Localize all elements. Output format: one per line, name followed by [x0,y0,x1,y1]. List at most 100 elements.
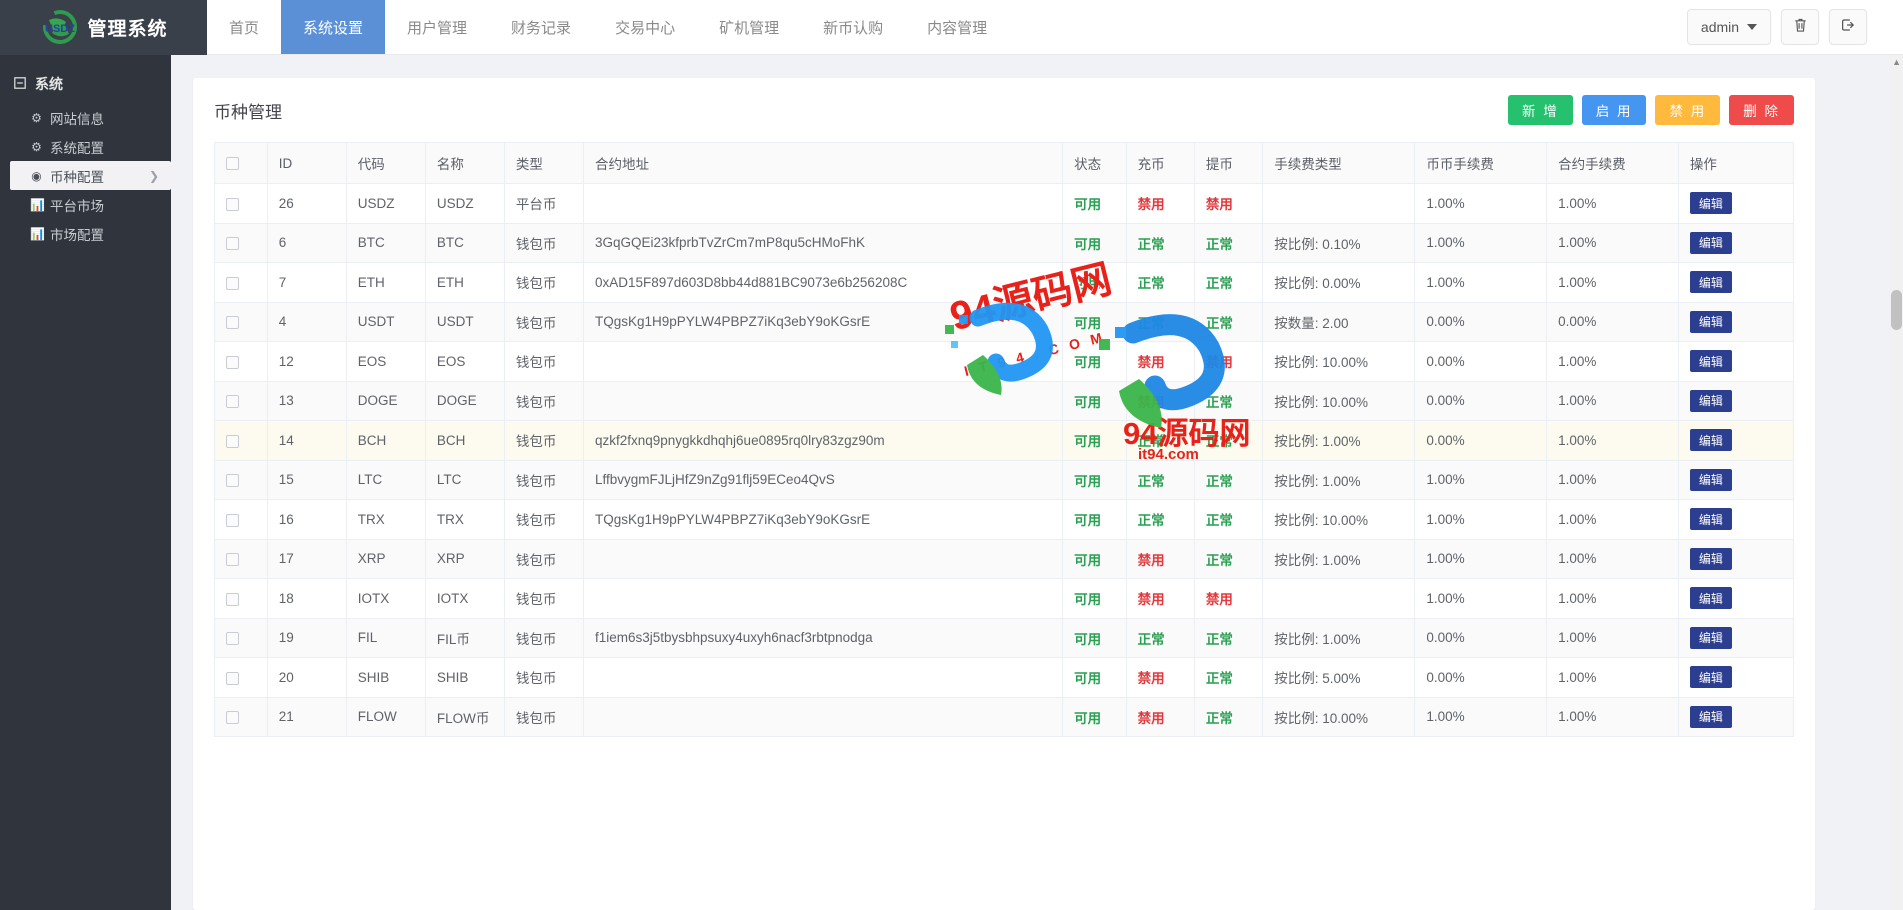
table-row[interactable]: 12 EOS EOS 钱包币 可用 禁用 禁用 按比例: 10.00% 0.00% 1.00% 编辑 [214,341,1795,382]
row-select-cell[interactable] [214,539,268,579]
clear-cache-button[interactable] [1781,9,1819,45]
row-checkbox[interactable] [226,711,239,725]
row-select-cell[interactable] [214,262,268,303]
col-header-code[interactable]: 代码 [346,142,426,184]
table-row[interactable]: 6 BTC BTC 钱包币 3GqGQEi23kfprbTvZrCm7mP8qu5cHM… [214,223,1795,263]
scrollbar-thumb[interactable] [1891,290,1902,330]
col-header-action[interactable]: 操作 [1678,142,1795,184]
row-checkbox[interactable] [226,474,239,488]
row-checkbox[interactable] [226,513,239,527]
table-row[interactable]: 20 SHIB SHIB 钱包币 可用 禁用 正常 按比例: 5.00% 0.00% 1.00% 编… [214,657,1795,698]
edit-button[interactable]: 编辑 [1689,547,1732,570]
edit-button[interactable]: 编辑 [1689,271,1732,294]
row-checkbox[interactable] [226,671,239,685]
nav-item-content[interactable]: 内容管理 [905,0,1009,54]
cell-deposit-value: 禁用 [1137,671,1165,687]
col-header-type[interactable]: 类型 [504,142,584,184]
cell-name: IOTX [425,578,505,619]
col-header-name[interactable]: 名称 [425,142,505,184]
edit-button[interactable]: 编辑 [1689,705,1732,728]
row-checkbox[interactable] [226,434,239,448]
page-scrollbar[interactable]: ▲ [1889,55,1903,910]
row-checkbox[interactable] [226,355,239,369]
row-checkbox[interactable] [226,197,239,211]
col-header-address[interactable]: 合约地址 [583,142,1064,184]
row-checkbox[interactable] [226,237,239,251]
sidebar-item-website-info[interactable]: ⚙ 网站信息 [0,103,171,132]
edit-button[interactable]: 编辑 [1689,429,1732,452]
row-select-cell[interactable] [214,697,268,737]
nav-item-users[interactable]: 用户管理 [385,0,489,54]
row-select-cell[interactable] [214,460,268,500]
edit-button[interactable]: 编辑 [1689,389,1732,412]
row-checkbox[interactable] [226,276,239,290]
row-select-cell[interactable] [214,341,268,382]
nav-item-trade[interactable]: 交易中心 [593,0,697,54]
edit-button[interactable]: 编辑 [1689,508,1732,531]
table-row[interactable]: 4 USDT USDT 钱包币 TQgsKg1H9pPYLW4PBPZ7iKq3ebY9… [214,302,1795,342]
sidebar-item-currency-config[interactable]: ◉ 币种配置 ❯ [10,161,171,190]
table-row[interactable]: 17 XRP XRP 钱包币 可用 禁用 正常 按比例: 1.00% 1.00% 1.00% 编辑 [214,539,1795,579]
logout-button[interactable] [1829,9,1867,45]
enable-button[interactable]: 启 用 [1581,95,1647,125]
col-header-id[interactable]: ID [267,142,347,184]
brand-logo-area[interactable]: USDZ 管理系统 [0,0,207,55]
nav-item-newcoin[interactable]: 新币认购 [801,0,905,54]
delete-button[interactable]: 删 除 [1729,95,1794,125]
row-select-cell[interactable] [214,302,268,342]
table-row[interactable]: 13 DOGE DOGE 钱包币 可用 禁用 正常 按比例: 10.00% 0.00% 1.00%… [214,381,1795,421]
select-all-checkbox[interactable] [226,157,239,171]
edit-button[interactable]: 编辑 [1689,666,1732,689]
edit-button[interactable]: 编辑 [1689,231,1732,254]
table-row[interactable]: 14 BCH BCH 钱包币 qzkf2fxnq9pnygkkdhqhj6ue0895r… [214,420,1795,461]
table-row[interactable]: 19 FIL FIL币 钱包币 f1iem6s3j5tbysbhpsuxy4uxyh6n… [214,618,1795,658]
row-checkbox[interactable] [226,316,239,330]
edit-button[interactable]: 编辑 [1689,192,1732,215]
table-row[interactable]: 16 TRX TRX 钱包币 TQgsKg1H9pPYLW4PBPZ7iKq3ebY9o… [214,499,1795,540]
nav-item-finance[interactable]: 财务记录 [489,0,593,54]
col-header-coin-fee[interactable]: 币币手续费 [1414,142,1548,184]
row-select-cell[interactable] [214,578,268,619]
row-checkbox[interactable] [226,632,239,646]
row-checkbox[interactable] [226,395,239,409]
row-select-cell[interactable] [214,420,268,461]
edit-button[interactable]: 编辑 [1689,468,1732,491]
scroll-up-arrow-icon[interactable]: ▲ [1892,57,1901,67]
sidebar-item-platform-market[interactable]: 📊 平台市场 [0,190,171,219]
disable-button[interactable]: 禁 用 [1655,95,1721,125]
user-menu-button[interactable]: admin [1687,9,1771,45]
col-header-fee-type[interactable]: 手续费类型 [1262,142,1416,184]
cell-contract-fee: 1.00% [1546,420,1679,461]
table-row[interactable]: 15 LTC LTC 钱包币 LffbvygmFJLjHfZ9nZg91flj59ECe… [214,460,1795,500]
row-select-cell[interactable] [214,183,268,224]
nav-item-settings[interactable]: 系统设置 [281,0,386,54]
chart-icon: 📊 [30,226,45,241]
col-header-status[interactable]: 状态 [1062,142,1127,184]
sidebar-item-system-config[interactable]: ⚙ 系统配置 [0,132,171,161]
row-select-cell[interactable] [214,381,268,421]
row-select-cell[interactable] [214,618,268,658]
cell-withdraw: 正常 [1194,697,1264,737]
sidebar-item-market-config[interactable]: 📊 市场配置 [0,219,171,248]
row-select-cell[interactable] [214,223,268,263]
table-row[interactable]: 26 USDZ USDZ 平台币 可用 禁用 禁用 1.00% 1.00% 编辑 [214,183,1795,224]
edit-button[interactable]: 编辑 [1689,350,1732,373]
table-row[interactable]: 18 IOTX IOTX 钱包币 可用 禁用 禁用 1.00% 1.00% 编辑 [214,578,1795,619]
edit-button[interactable]: 编辑 [1689,310,1732,333]
table-container: ID 代码 名称 类型 合约地址 状态 充币 提币 手续费类型 币币手续费 合约… [193,142,1815,737]
row-checkbox[interactable] [226,592,239,606]
row-select-cell[interactable] [214,499,268,540]
table-row[interactable]: 21 FLOW FLOW币 钱包币 可用 禁用 正常 按比例: 10.00% 1.00% 1.00… [214,697,1795,737]
nav-item-home[interactable]: 首页 [207,0,281,54]
col-header-withdraw[interactable]: 提币 [1194,142,1264,184]
col-header-contract-fee[interactable]: 合约手续费 [1546,142,1679,184]
row-select-cell[interactable] [214,657,268,698]
edit-button[interactable]: 编辑 [1689,587,1732,610]
nav-item-miner[interactable]: 矿机管理 [697,0,801,54]
edit-button[interactable]: 编辑 [1689,626,1732,649]
table-row[interactable]: 7 ETH ETH 钱包币 0xAD15F897d603D8bb44d881BC9073… [214,262,1795,303]
col-header-deposit[interactable]: 充币 [1126,142,1195,184]
add-button[interactable]: 新 增 [1507,95,1573,125]
sidebar-group-system[interactable]: 系统 [0,65,171,103]
row-checkbox[interactable] [226,553,239,567]
